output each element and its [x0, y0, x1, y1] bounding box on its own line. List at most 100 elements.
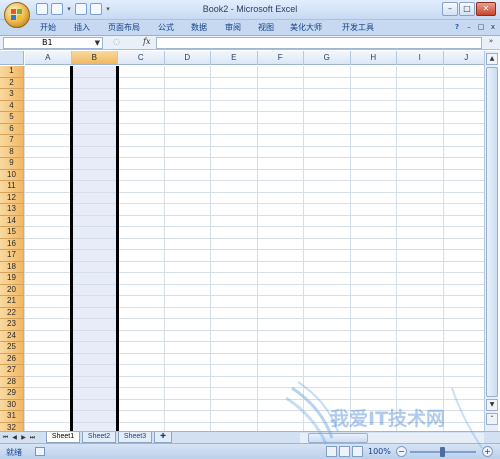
row-header-8[interactable]: 8	[0, 146, 24, 158]
tab-formulas[interactable]: 公式	[158, 22, 174, 33]
row-header-25[interactable]: 25	[0, 342, 24, 354]
tab-review[interactable]: 审阅	[225, 22, 241, 33]
tab-view[interactable]: 视图	[258, 22, 274, 33]
horizontal-scrollbar[interactable]	[300, 433, 484, 443]
row-header-13[interactable]: 13	[0, 204, 24, 216]
row-header-26[interactable]: 26	[0, 353, 24, 365]
office-button[interactable]	[4, 2, 30, 28]
expand-formula-bar-icon[interactable]: »	[485, 37, 497, 49]
grid-line	[25, 421, 484, 423]
tab-beautify[interactable]: 美化大师	[290, 22, 322, 33]
row-header-10[interactable]: 10	[0, 169, 24, 181]
row-header-21[interactable]: 21	[0, 296, 24, 308]
column-header-h[interactable]: H	[350, 51, 397, 65]
sheet-tab-sheet2[interactable]: Sheet2	[82, 432, 116, 443]
row-header-9[interactable]: 9	[0, 158, 24, 170]
select-all-corner[interactable]	[0, 51, 24, 65]
column-header-a[interactable]: A	[25, 51, 72, 65]
row-header-15[interactable]: 15	[0, 227, 24, 239]
row-header-12[interactable]: 12	[0, 192, 24, 204]
column-header-d[interactable]: D	[164, 51, 211, 65]
name-box[interactable]: B1 ▼	[3, 37, 103, 49]
vertical-scrollbar[interactable]: ▲ ▼ ⌃	[484, 51, 498, 431]
row-header-31[interactable]: 31	[0, 411, 24, 423]
grid-line	[25, 168, 484, 170]
prev-sheet-icon[interactable]: ◀	[11, 433, 18, 442]
macro-record-icon[interactable]	[35, 447, 45, 456]
ribbon-close-button[interactable]: x	[488, 22, 498, 33]
column-header-e[interactable]: E	[211, 51, 258, 65]
maximize-button[interactable]: □	[459, 2, 475, 16]
zoom-slider-thumb[interactable]	[440, 447, 445, 457]
zoom-out-icon[interactable]: −	[396, 446, 407, 457]
insert-sheet-icon[interactable]: ✚	[154, 432, 172, 443]
row-header-27[interactable]: 27	[0, 365, 24, 377]
formula-input[interactable]	[156, 37, 482, 49]
column-header-c[interactable]: C	[118, 51, 165, 65]
row-header-11[interactable]: 11	[0, 181, 24, 193]
row-header-23[interactable]: 23	[0, 319, 24, 331]
vertical-scroll-thumb[interactable]	[486, 67, 498, 397]
cell-area[interactable]	[24, 66, 484, 431]
ribbon-restore-button[interactable]: □	[476, 22, 486, 33]
page-break-view-icon[interactable]	[352, 446, 363, 457]
row-header-28[interactable]: 28	[0, 376, 24, 388]
scroll-down-icon[interactable]: ▼	[486, 399, 498, 411]
column-header-f[interactable]: F	[257, 51, 304, 65]
window-title: Book2 - Microsoft Excel	[202, 4, 298, 14]
column-header-b[interactable]: B	[71, 51, 118, 65]
normal-view-icon[interactable]	[326, 446, 337, 457]
minimize-button[interactable]: –	[442, 2, 458, 16]
row-header-5[interactable]: 5	[0, 112, 24, 124]
grid-line	[25, 295, 484, 296]
grid-line	[25, 111, 484, 112]
zoom-level[interactable]: 100%	[368, 447, 391, 456]
grid-line	[25, 260, 484, 262]
row-header-22[interactable]: 22	[0, 307, 24, 319]
page-layout-view-icon[interactable]	[339, 446, 350, 457]
next-sheet-icon[interactable]: ▶	[20, 433, 27, 442]
first-sheet-icon[interactable]: ⏮	[2, 433, 9, 442]
tab-page-layout[interactable]: 页面布局	[108, 22, 140, 33]
row-header-6[interactable]: 6	[0, 123, 24, 135]
tab-insert[interactable]: 插入	[74, 22, 90, 33]
horizontal-scroll-thumb[interactable]	[308, 433, 368, 443]
zoom-in-icon[interactable]: +	[482, 446, 493, 457]
grid-line	[25, 157, 484, 158]
column-header-g[interactable]: G	[304, 51, 351, 65]
last-sheet-icon[interactable]: ⏭	[29, 433, 36, 442]
row-header-14[interactable]: 14	[0, 215, 24, 227]
row-header-20[interactable]: 20	[0, 284, 24, 296]
tab-developer[interactable]: 开发工具	[342, 22, 374, 33]
sheet-tab-sheet3[interactable]: Sheet3	[118, 432, 152, 443]
column-header-i[interactable]: I	[397, 51, 444, 65]
row-header-24[interactable]: 24	[0, 330, 24, 342]
row-header-1[interactable]: 1	[0, 66, 24, 78]
tab-data[interactable]: 数据	[191, 22, 207, 33]
insert-function-button[interactable]: fx	[143, 37, 150, 46]
scroll-up-icon[interactable]: ▲	[486, 53, 498, 65]
close-button[interactable]: ✕	[476, 2, 496, 16]
help-icon[interactable]: ?	[452, 22, 462, 33]
row-header-19[interactable]: 19	[0, 273, 24, 285]
row-header-2[interactable]: 2	[0, 77, 24, 89]
page-up-icon[interactable]: ⌃	[486, 413, 498, 425]
row-header-7[interactable]: 7	[0, 135, 24, 147]
ribbon-minimize-button[interactable]: –	[464, 22, 474, 33]
row-header-4[interactable]: 4	[0, 100, 24, 112]
row-header-32[interactable]: 32	[0, 422, 24, 431]
window-controls: – □ ✕	[442, 2, 496, 16]
row-header-29[interactable]: 29	[0, 388, 24, 400]
formula-cancel-icon[interactable]: ◌	[113, 37, 120, 46]
row-header-30[interactable]: 30	[0, 399, 24, 411]
tab-home[interactable]: 开始	[40, 22, 56, 33]
row-header-16[interactable]: 16	[0, 238, 24, 250]
formula-buttons: ◌ fx	[107, 37, 155, 49]
sheet-tab-sheet1[interactable]: Sheet1	[46, 432, 80, 443]
row-header-18[interactable]: 18	[0, 261, 24, 273]
chevron-down-icon[interactable]: ▼	[95, 38, 100, 48]
column-header-j[interactable]: J	[443, 51, 484, 65]
grid-line	[25, 341, 484, 342]
row-header-17[interactable]: 17	[0, 250, 24, 262]
row-header-3[interactable]: 3	[0, 89, 24, 101]
